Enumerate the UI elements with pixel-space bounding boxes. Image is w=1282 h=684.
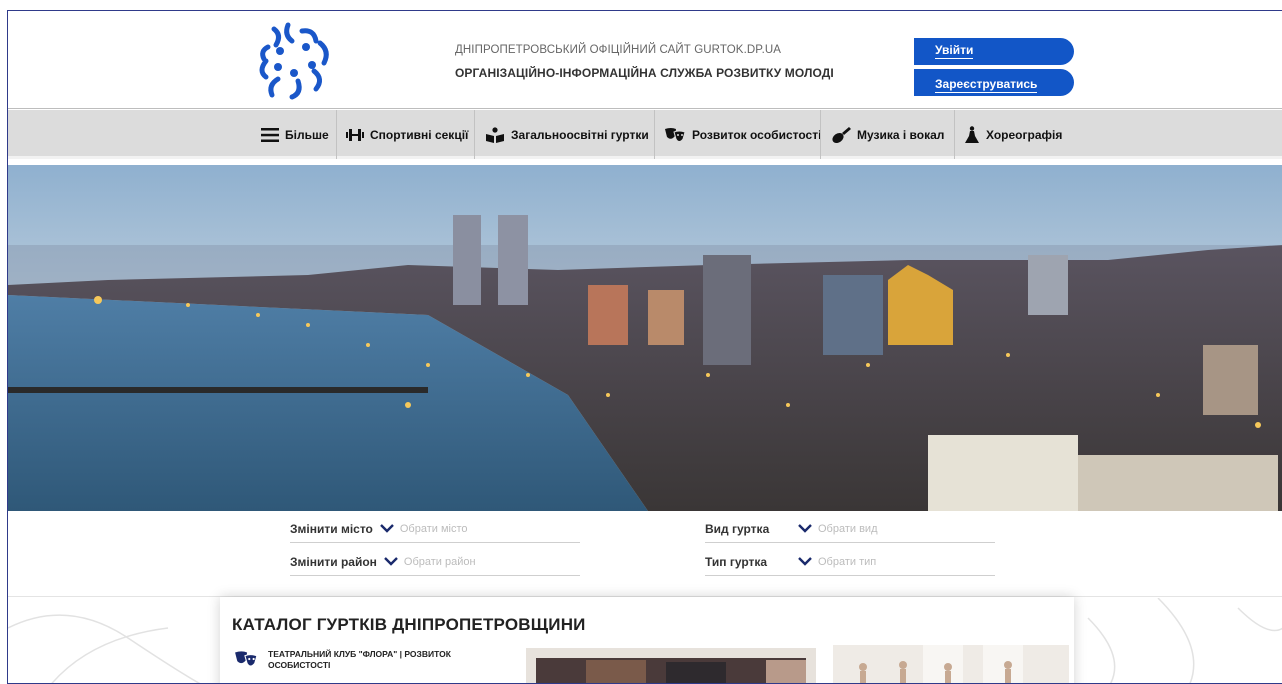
chevron-down-icon: [380, 524, 394, 533]
catalog-title: КАТАЛОГ ГУРТКІВ ДНІПРОПЕТРОВЩИНИ: [232, 615, 586, 634]
city-select[interactable]: Змінити місто Обрати місто: [290, 515, 580, 543]
nav-item-label: Розвиток особистості: [692, 127, 822, 142]
logo-icon: [259, 22, 329, 100]
type-select-placeholder: Обрати тип: [818, 555, 877, 568]
nav-divider: [820, 110, 821, 159]
club-card[interactable]: ТЕАТРАЛЬНИЙ КЛУБ "ФЛОРА" | РОЗВИТОК ОСОБ…: [234, 649, 498, 671]
reading-icon: [486, 126, 504, 143]
city-select-placeholder: Обрати місто: [399, 522, 468, 535]
kind-select-label: Вид гуртка: [705, 521, 770, 536]
login-button[interactable]: Увійти: [914, 38, 1074, 65]
dancer-icon: [965, 125, 979, 143]
register-button-label: Зареєструватись: [935, 77, 1038, 93]
nav-item-music[interactable]: Музика і вокал: [831, 110, 944, 159]
district-select-label: Змінити район: [290, 554, 377, 569]
kind-select[interactable]: Вид гуртка Обрати вид: [705, 515, 995, 543]
nav-item-personal-growth[interactable]: Розвиток особистості: [664, 110, 821, 159]
nav-divider: [474, 110, 475, 159]
menu-icon: [261, 127, 279, 142]
nav-item-label: Загальноосвітні гуртки: [511, 127, 649, 142]
site-logo[interactable]: [254, 21, 338, 101]
nav-item-choreography[interactable]: Хореографія: [964, 110, 1062, 159]
chevron-down-icon: [384, 557, 398, 566]
nav-item-education[interactable]: Загальноосвітні гуртки: [485, 110, 649, 159]
yoga-photo-image: [833, 645, 1069, 683]
nav-item-sports[interactable]: Спортивні секції: [346, 110, 468, 159]
club-photo[interactable]: [526, 648, 816, 683]
theatre-masks-icon: [235, 651, 258, 667]
club-name: ТЕАТРАЛЬНИЙ КЛУБ "ФЛОРА" | РОЗВИТОК ОСОБ…: [268, 649, 451, 670]
site-title: ОРГАНІЗАЦІЙНО-ІНФОРМАЦІЙНА СЛУЖБА РОЗВИТ…: [455, 66, 834, 80]
page-frame: ДНІПРОПЕТРОВСЬКИЙ ОФІЦІЙНИЙ САЙТ GURTOK.…: [7, 10, 1282, 684]
type-select[interactable]: Тип гуртка Обрати тип: [705, 548, 995, 576]
nav-item-more[interactable]: Більше: [261, 110, 329, 159]
nav-item-label: Спортивні секції: [370, 127, 469, 142]
type-select-label: Тип гуртка: [705, 554, 768, 569]
nav-item-label: Більше: [285, 127, 329, 142]
kind-select-placeholder: Обрати вид: [818, 522, 878, 535]
hero-city-image: [8, 165, 1282, 511]
nav-divider: [336, 110, 337, 159]
site-subtitle: ДНІПРОПЕТРОВСЬКИЙ ОФІЦІЙНИЙ САЙТ GURTOK.…: [455, 44, 782, 56]
yoga-photo[interactable]: [833, 645, 1069, 683]
theatre-masks-icon: [665, 127, 686, 142]
dumbbell-icon: [346, 128, 364, 141]
district-select-placeholder: Обрати район: [403, 555, 476, 568]
district-select[interactable]: Змінити район Обрати район: [290, 548, 580, 576]
club-photo-image: [526, 648, 816, 683]
login-button-label: Увійти: [935, 43, 974, 59]
catalog-section: КАТАЛОГ ГУРТКІВ ДНІПРОПЕТРОВЩИНИ ТЕАТРАЛ…: [220, 597, 1074, 683]
chevron-down-icon: [798, 557, 812, 566]
city-select-label: Змінити місто: [290, 521, 373, 536]
nav-divider: [654, 110, 655, 159]
filters-panel: Змінити місто Обрати місто Змінити район…: [8, 511, 1282, 597]
nav-item-label: Хореографія: [986, 127, 1063, 142]
city-panorama-image: [8, 165, 1282, 511]
nav-item-label: Музика і вокал: [857, 127, 945, 142]
category-nav: Більше Спортивні секції Загальноосвітні …: [8, 110, 1282, 159]
register-button[interactable]: Зареєструватись: [914, 69, 1074, 96]
site-header: ДНІПРОПЕТРОВСЬКИЙ ОФІЦІЙНИЙ САЙТ GURTOK.…: [8, 11, 1282, 109]
chevron-down-icon: [798, 524, 812, 533]
nav-divider: [954, 110, 955, 159]
guitar-icon: [832, 126, 851, 143]
